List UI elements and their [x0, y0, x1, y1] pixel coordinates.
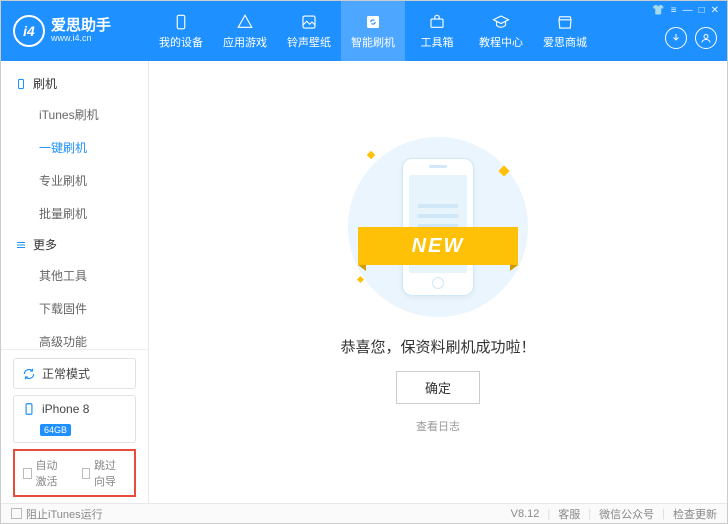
device-mode-status[interactable]: 正常模式 — [13, 358, 136, 389]
minimize-icon[interactable]: — — [683, 5, 693, 16]
sidebar-item-batch-flash[interactable]: 批量刷机 — [1, 197, 148, 230]
storage-badge: 64GB — [40, 424, 71, 436]
sidebar-item-pro-flash[interactable]: 专业刷机 — [1, 164, 148, 197]
logo-icon: i4 — [13, 15, 45, 47]
nav-label: 工具箱 — [421, 34, 454, 50]
success-message: 恭喜您，保资料刷机成功啦！ — [340, 336, 535, 357]
nav-tutorials[interactable]: 教程中心 — [469, 1, 533, 61]
wechat-link[interactable]: 微信公众号 — [599, 506, 654, 522]
user-icons — [665, 27, 717, 49]
graduation-icon — [492, 13, 510, 31]
checkbox-label: 跳过向导 — [94, 457, 126, 489]
sidebar-item-oneclick-flash[interactable]: 一键刷机 — [1, 131, 148, 164]
group-label: 更多 — [33, 236, 57, 253]
main-content: NEW 恭喜您，保资料刷机成功啦！ 确定 查看日志 — [149, 61, 727, 505]
menu-icon[interactable]: ≡ — [671, 5, 677, 16]
phone-icon — [22, 402, 36, 416]
maximize-icon[interactable]: □ — [699, 5, 705, 16]
app-title: 爱思助手 — [51, 18, 111, 35]
view-log-link[interactable]: 查看日志 — [416, 418, 460, 434]
sidebar: 刷机 iTunes刷机 一键刷机 专业刷机 批量刷机 更多 其他工具 下载固件 … — [1, 61, 149, 505]
version-label: V8.12 — [511, 508, 540, 520]
ribbon-text: NEW — [358, 227, 518, 265]
sidebar-group-more[interactable]: 更多 — [1, 230, 148, 259]
top-nav: 我的设备 应用游戏 铃声壁纸 智能刷机 工具箱 教程中心 爱思商城 — [149, 1, 727, 61]
device-name: iPhone 8 — [42, 402, 89, 416]
skip-guide-checkbox[interactable]: 跳过向导 — [82, 457, 127, 489]
nav-flash[interactable]: 智能刷机 — [341, 1, 405, 61]
nav-my-device[interactable]: 我的设备 — [149, 1, 213, 61]
new-ribbon: NEW — [358, 227, 518, 271]
sidebar-item-download-firmware[interactable]: 下载固件 — [1, 292, 148, 325]
logo-area: i4 爱思助手 www.i4.cn — [1, 15, 149, 47]
ok-button[interactable]: 确定 — [396, 371, 480, 404]
sidebar-item-other-tools[interactable]: 其他工具 — [1, 259, 148, 292]
checkbox-label: 阻止iTunes运行 — [26, 506, 103, 522]
support-link[interactable]: 客服 — [558, 506, 580, 522]
nav-label: 应用游戏 — [223, 34, 267, 50]
apps-icon — [236, 13, 254, 31]
window-controls: 👕 ≡ — □ ✕ — [652, 5, 719, 16]
block-itunes-checkbox[interactable]: 阻止iTunes运行 — [11, 506, 103, 522]
app-subtitle: www.i4.cn — [51, 34, 111, 44]
nav-label: 爱思商城 — [543, 34, 587, 50]
check-update-link[interactable]: 检查更新 — [673, 506, 717, 522]
nav-label: 我的设备 — [159, 34, 203, 50]
nav-label: 铃声壁纸 — [287, 34, 331, 50]
nav-toolbox[interactable]: 工具箱 — [405, 1, 469, 61]
status-bar: 阻止iTunes运行 V8.12 | 客服 | 微信公众号 | 检查更新 — [1, 503, 727, 523]
toolbox-icon — [428, 13, 446, 31]
sidebar-group-flash[interactable]: 刷机 — [1, 69, 148, 98]
nav-label: 教程中心 — [479, 34, 523, 50]
list-icon — [15, 239, 27, 251]
app-header: i4 爱思助手 www.i4.cn 我的设备 应用游戏 铃声壁纸 智能刷机 工具… — [1, 1, 727, 61]
download-icon[interactable] — [665, 27, 687, 49]
sidebar-item-itunes-flash[interactable]: iTunes刷机 — [1, 98, 148, 131]
success-illustration: NEW — [338, 132, 538, 322]
checkbox-label: 自动激活 — [36, 457, 68, 489]
auto-activate-checkbox[interactable]: 自动激活 — [23, 457, 68, 489]
nav-ringtones[interactable]: 铃声壁纸 — [277, 1, 341, 61]
user-icon[interactable] — [695, 27, 717, 49]
highlighted-options: 自动激活 跳过向导 — [13, 449, 136, 497]
phone-icon — [172, 13, 190, 31]
nav-store[interactable]: 爱思商城 — [533, 1, 597, 61]
device-info[interactable]: iPhone 8 64GB — [13, 395, 136, 443]
close-icon[interactable]: ✕ — [711, 5, 719, 16]
shirt-icon[interactable]: 👕 — [652, 5, 664, 16]
status-label: 正常模式 — [42, 365, 90, 382]
nav-apps[interactable]: 应用游戏 — [213, 1, 277, 61]
store-icon — [556, 13, 574, 31]
group-label: 刷机 — [33, 75, 57, 92]
sync-icon — [22, 367, 36, 381]
sidebar-item-advanced[interactable]: 高级功能 — [1, 325, 148, 349]
nav-label: 智能刷机 — [351, 34, 395, 50]
device-icon — [15, 78, 27, 90]
refresh-icon — [364, 13, 382, 31]
image-icon — [300, 13, 318, 31]
